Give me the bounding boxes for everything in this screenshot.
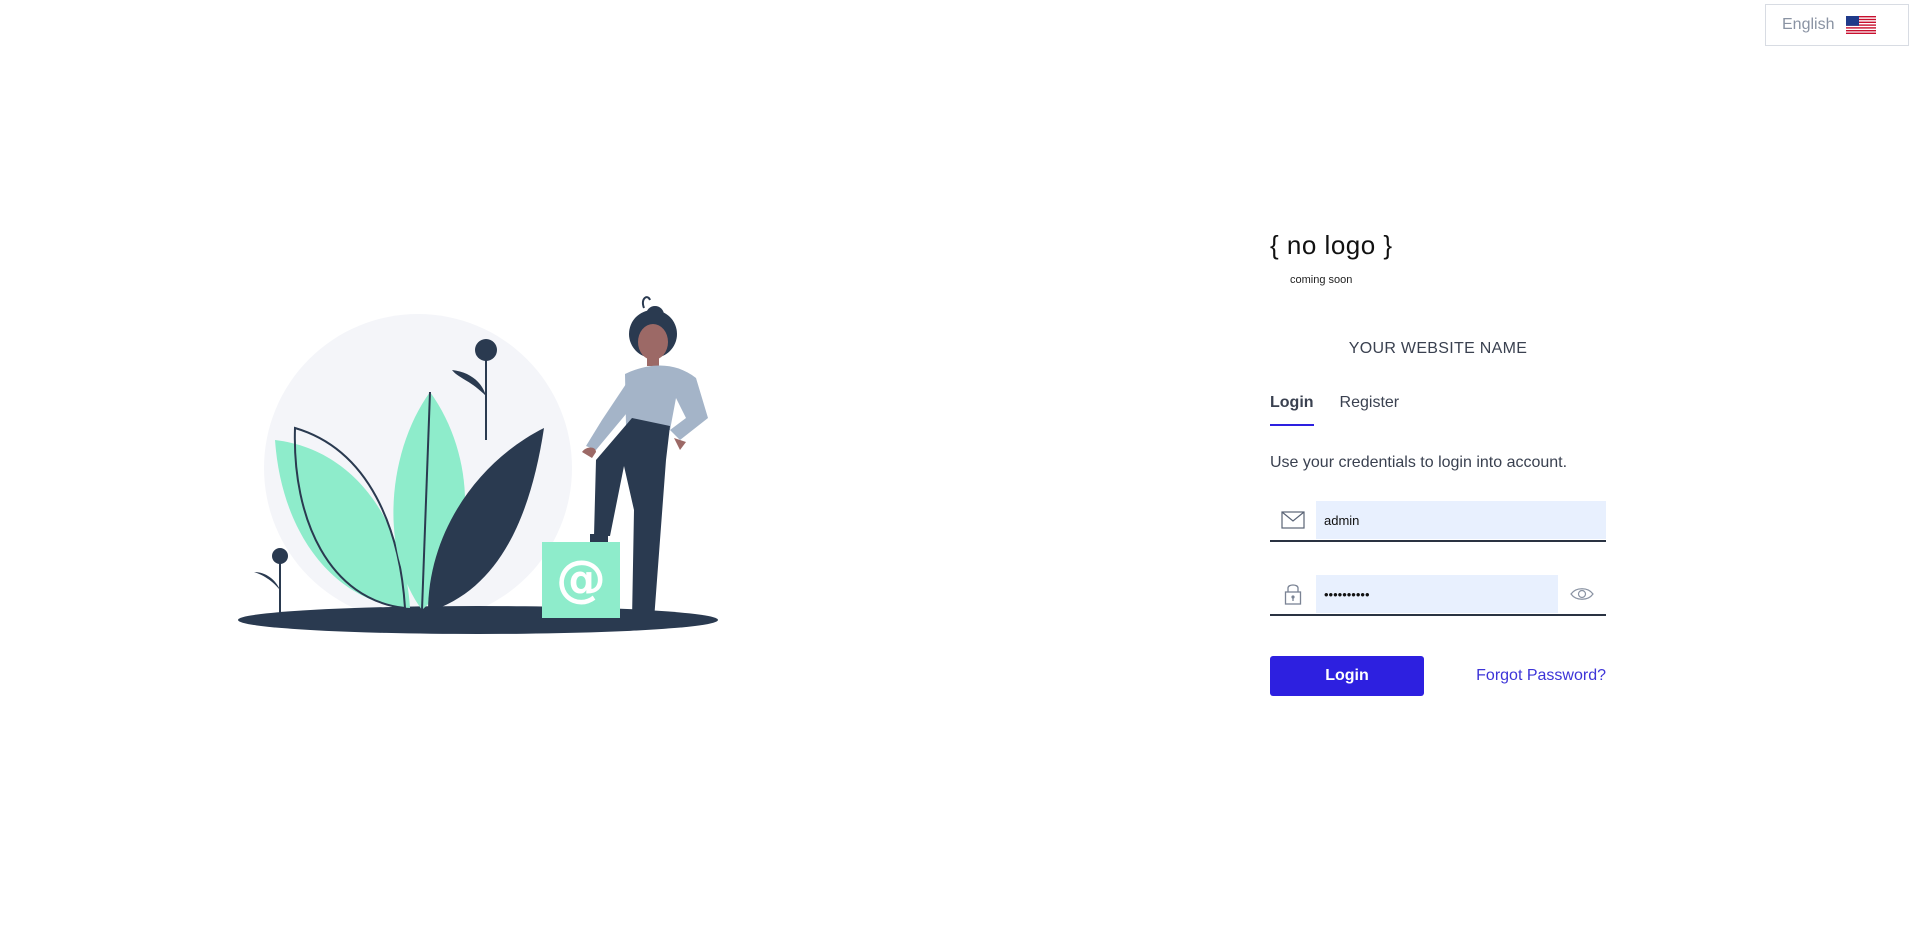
language-label: English [1782, 16, 1835, 33]
language-selector[interactable]: English [1765, 4, 1909, 46]
svg-text:@: @ [556, 550, 606, 608]
login-illustration: @ [238, 296, 718, 634]
tab-register[interactable]: Register [1340, 394, 1400, 426]
login-hint: Use your credentials to login into accou… [1270, 454, 1568, 471]
logo-text: { no logo } [1270, 230, 1393, 260]
logo: { no logo } coming soon [1270, 230, 1393, 290]
logo-subtext: coming soon [1290, 274, 1353, 286]
forgot-password-link[interactable]: Forgot Password? [1476, 667, 1606, 685]
password-field [1270, 574, 1606, 616]
email-field [1270, 500, 1606, 542]
login-page: English @ {no logo} coming soon YOUR W… [0, 0, 1917, 936]
site-name: YOUR WEBSITE NAME [1348, 340, 1528, 357]
envelope-icon [1270, 501, 1316, 539]
email-input[interactable] [1316, 501, 1606, 539]
password-input[interactable] [1316, 575, 1558, 613]
tab-login[interactable]: Login [1270, 394, 1314, 426]
us-flag-icon [1846, 16, 1877, 34]
eye-icon[interactable] [1558, 575, 1606, 613]
login-button[interactable]: Login [1270, 656, 1424, 696]
auth-panel: { no logo } coming soon YOUR WEBSITE NAM… [1270, 230, 1610, 696]
auth-tabs: Login Register [1270, 394, 1425, 426]
lock-icon [1270, 575, 1316, 613]
